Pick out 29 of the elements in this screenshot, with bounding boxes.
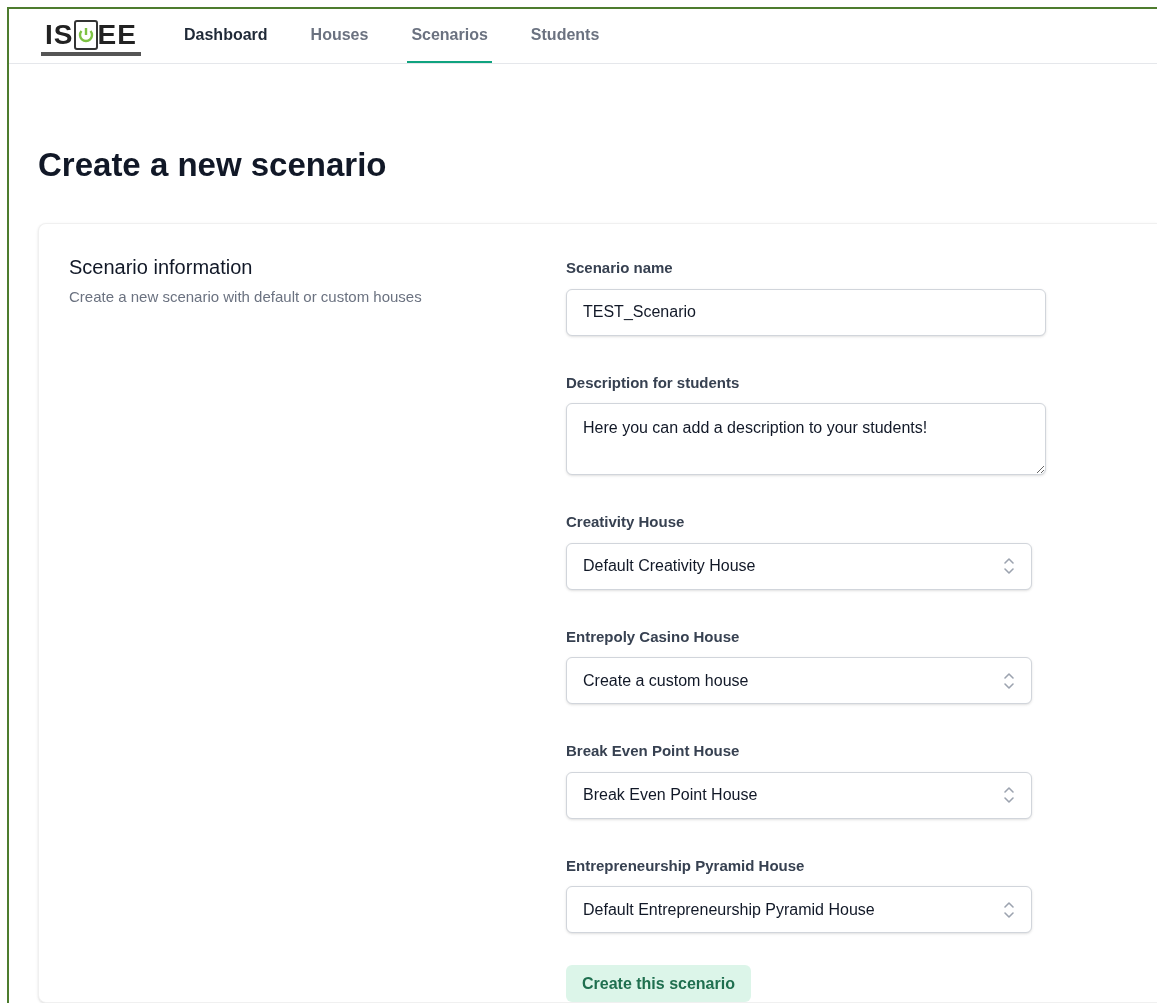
section-description: Create a new scenario with default or custom houses — [69, 287, 423, 307]
page-title: Create a new scenario — [38, 148, 388, 181]
select-value: Default Entrepreneurship Pyramid House — [583, 899, 875, 920]
chevron-up-down-icon — [1003, 899, 1015, 920]
select-value: Create a custom house — [583, 670, 749, 691]
section-title: Scenario information — [69, 255, 254, 280]
nav-tab[interactable]: Scenarios — [407, 9, 492, 63]
select-field[interactable]: Default Creativity House — [566, 542, 1032, 590]
select-value: Default Creativity House — [583, 556, 756, 576]
field-label: Creativity House — [566, 512, 686, 532]
select-field[interactable]: Default Entrepreneurship Pyramid House — [566, 886, 1032, 933]
nav-tab[interactable]: Dashboard — [180, 9, 272, 63]
field-label: Entrepoly Casino House — [566, 626, 741, 647]
field-label: Entrepreneurship Pyramid House — [566, 855, 806, 876]
chevron-up-down-icon — [1003, 670, 1015, 691]
field-label: Description for students — [566, 372, 741, 393]
select-field[interactable]: Create a custom house — [566, 657, 1032, 704]
field-label: Break Even Point House — [566, 741, 741, 761]
create-scenario-button[interactable]: Create this scenario — [566, 965, 751, 1002]
nav-tab[interactable]: Students — [526, 9, 604, 63]
input-field[interactable]: TEST_Scenario — [566, 288, 1046, 336]
chevron-up-down-icon — [1003, 785, 1015, 805]
logo[interactable]: IS EE — [41, 20, 141, 56]
nav-tab[interactable]: Houses — [306, 9, 373, 63]
select-value: Break Even Point House — [583, 785, 758, 805]
chevron-up-down-icon — [1003, 556, 1015, 576]
text-area[interactable]: Here you can add a description to your students! — [566, 403, 1046, 475]
field-label: Scenario name — [566, 258, 674, 278]
select-field[interactable]: Break Even Point House — [566, 771, 1032, 819]
